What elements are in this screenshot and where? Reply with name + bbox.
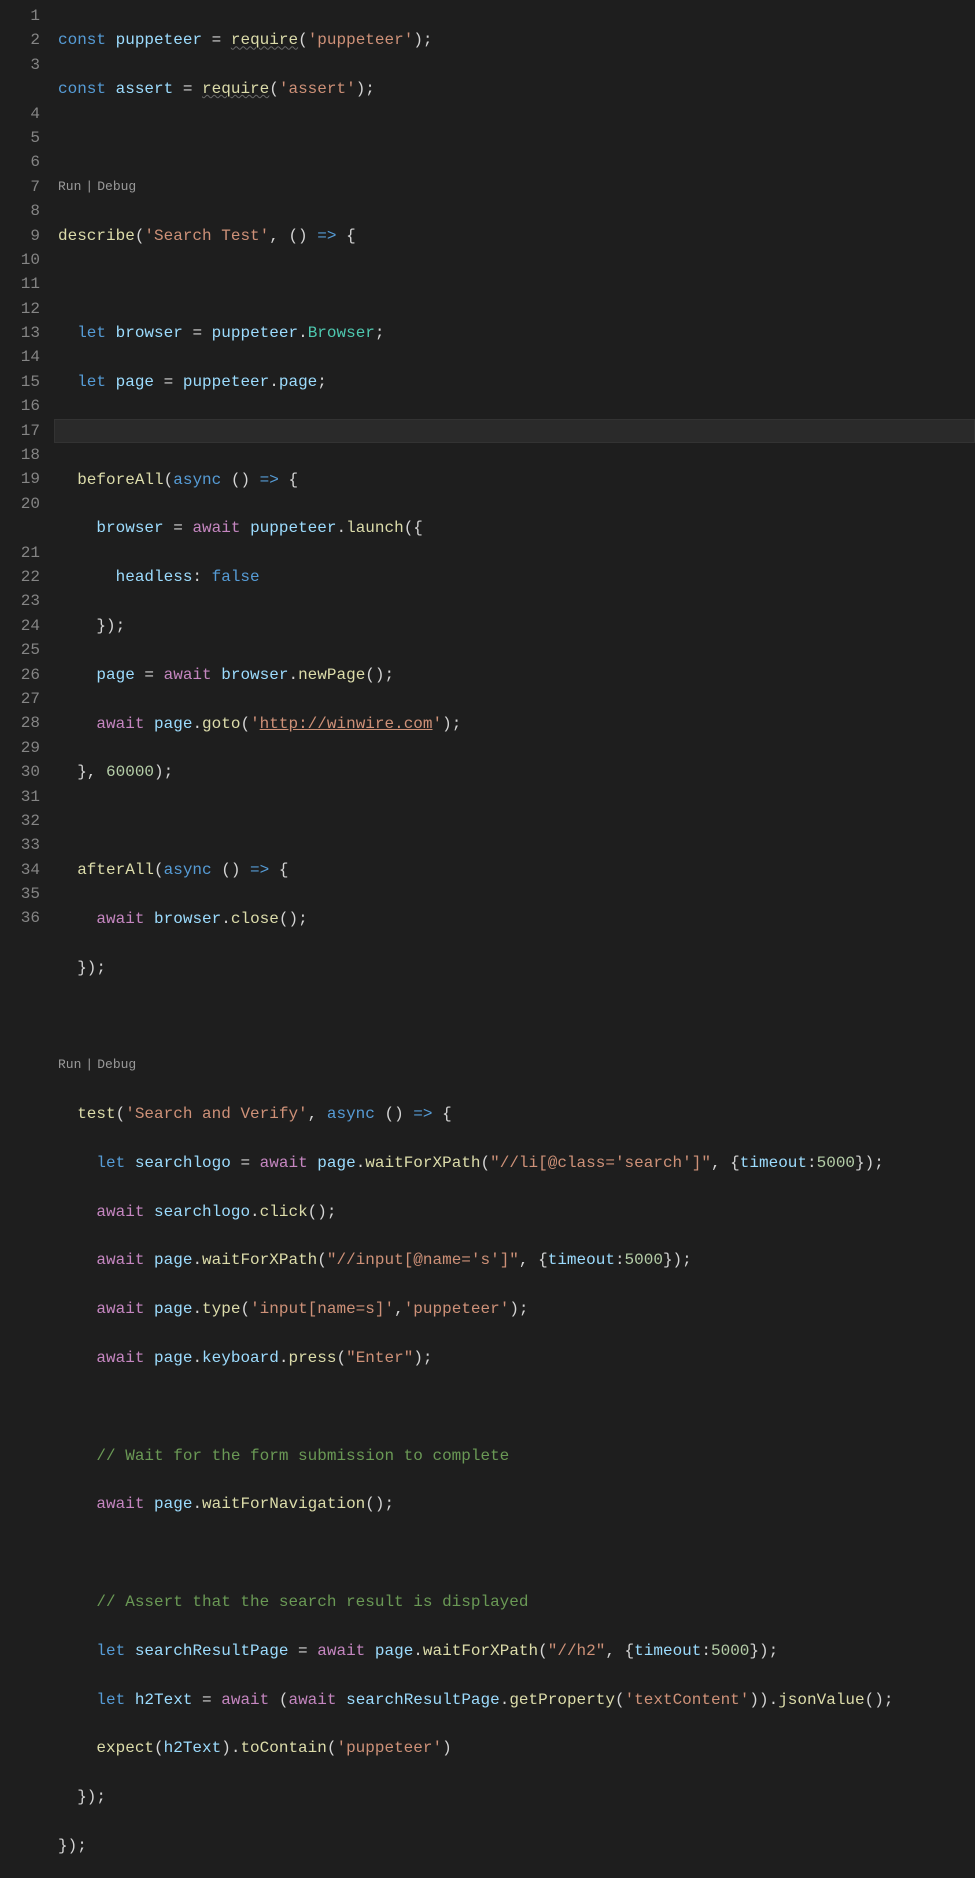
line-number: 16 <box>0 394 40 418</box>
line-number: 29 <box>0 736 40 760</box>
line-number: 2 <box>0 28 40 52</box>
code-line[interactable]: }); <box>58 1785 975 1809</box>
code-line[interactable]: let h2Text = await (await searchResultPa… <box>58 1688 975 1712</box>
code-line[interactable]: await page.goto('http://winwire.com'); <box>58 712 975 736</box>
line-number: 28 <box>0 711 40 735</box>
line-number: 6 <box>0 150 40 174</box>
codelens: Run|Debug <box>58 1053 975 1077</box>
code-line[interactable]: beforeAll(async () => { <box>58 468 975 492</box>
code-line[interactable] <box>58 1541 975 1565</box>
code-line[interactable]: await searchlogo.click(); <box>58 1200 975 1224</box>
code-line[interactable]: page = await browser.newPage(); <box>58 663 975 687</box>
code-line[interactable] <box>58 1395 975 1419</box>
line-number: 18 <box>0 443 40 467</box>
code-line[interactable]: expect(h2Text).toContain('puppeteer') <box>58 1736 975 1760</box>
code-line[interactable] <box>58 809 975 833</box>
code-line[interactable]: // Wait for the form submission to compl… <box>58 1444 975 1468</box>
code-line[interactable]: let searchlogo = await page.waitForXPath… <box>58 1151 975 1175</box>
line-number: 21 <box>0 541 40 565</box>
line-number: 36 <box>0 906 40 930</box>
code-line[interactable]: let searchResultPage = await page.waitFo… <box>58 1639 975 1663</box>
line-number: 13 <box>0 321 40 345</box>
line-number: 25 <box>0 638 40 662</box>
code-line[interactable]: }); <box>58 956 975 980</box>
code-line[interactable]: let page = puppeteer.page; <box>58 370 975 394</box>
code-line[interactable]: test('Search and Verify', async () => { <box>58 1102 975 1126</box>
line-number: 31 <box>0 785 40 809</box>
line-number: 11 <box>0 272 40 296</box>
code-line[interactable]: let browser = puppeteer.Browser; <box>58 321 975 345</box>
code-line[interactable]: browser = await puppeteer.launch({ <box>58 516 975 540</box>
code-line[interactable]: afterAll(async () => { <box>58 858 975 882</box>
code-line-active[interactable] <box>54 419 975 443</box>
line-number: 34 <box>0 858 40 882</box>
line-number: 30 <box>0 760 40 784</box>
line-number: 32 <box>0 809 40 833</box>
line-number: 7 <box>0 175 40 199</box>
code-line[interactable]: describe('Search Test', () => { <box>58 224 975 248</box>
line-number: 8 <box>0 199 40 223</box>
line-number: 10 <box>0 248 40 272</box>
line-number: 20 <box>0 492 40 516</box>
line-number: 24 <box>0 614 40 638</box>
code-line[interactable]: await page.waitForNavigation(); <box>58 1492 975 1516</box>
line-number: 4 <box>0 102 40 126</box>
line-number: 12 <box>0 297 40 321</box>
line-number: 1 <box>0 4 40 28</box>
code-content[interactable]: const puppeteer = require('puppeteer'); … <box>58 0 975 939</box>
code-line[interactable]: const puppeteer = require('puppeteer'); <box>58 28 975 52</box>
code-line[interactable]: }, 60000); <box>58 760 975 784</box>
codelens-separator: | <box>85 1053 93 1077</box>
codelens-separator: | <box>85 175 93 199</box>
line-number: 15 <box>0 370 40 394</box>
line-number <box>0 77 40 101</box>
code-line[interactable]: headless: false <box>58 565 975 589</box>
codelens-run[interactable]: Run <box>58 175 81 199</box>
line-number: 5 <box>0 126 40 150</box>
code-line[interactable] <box>58 272 975 296</box>
code-line[interactable] <box>58 126 975 150</box>
line-number: 35 <box>0 882 40 906</box>
line-number: 27 <box>0 687 40 711</box>
line-number: 9 <box>0 224 40 248</box>
code-line[interactable]: // Assert that the search result is disp… <box>58 1590 975 1614</box>
code-line[interactable]: await page.keyboard.press("Enter"); <box>58 1346 975 1370</box>
code-line[interactable]: const assert = require('assert'); <box>58 77 975 101</box>
codelens-run[interactable]: Run <box>58 1053 81 1077</box>
code-line[interactable]: await page.waitForXPath("//input[@name='… <box>58 1248 975 1272</box>
line-number: 26 <box>0 663 40 687</box>
line-number <box>0 516 40 540</box>
code-line[interactable]: }); <box>58 1834 975 1858</box>
line-number: 33 <box>0 833 40 857</box>
line-number: 19 <box>0 467 40 491</box>
code-line[interactable]: await page.type('input[name=s]','puppete… <box>58 1297 975 1321</box>
line-number: 17 <box>0 419 40 443</box>
code-line[interactable]: }); <box>58 614 975 638</box>
codelens-debug[interactable]: Debug <box>97 1053 136 1077</box>
codelens-debug[interactable]: Debug <box>97 175 136 199</box>
line-number: 3 <box>0 53 40 77</box>
line-number: 14 <box>0 345 40 369</box>
line-number: 23 <box>0 589 40 613</box>
code-line[interactable] <box>58 1004 975 1028</box>
line-number: 22 <box>0 565 40 589</box>
code-editor: 1 2 3 4 5 6 7 8 9 10 11 12 13 14 15 16 1… <box>0 0 975 939</box>
line-number-gutter: 1 2 3 4 5 6 7 8 9 10 11 12 13 14 15 16 1… <box>0 0 58 939</box>
code-line[interactable]: await browser.close(); <box>58 907 975 931</box>
codelens: Run|Debug <box>58 175 975 199</box>
